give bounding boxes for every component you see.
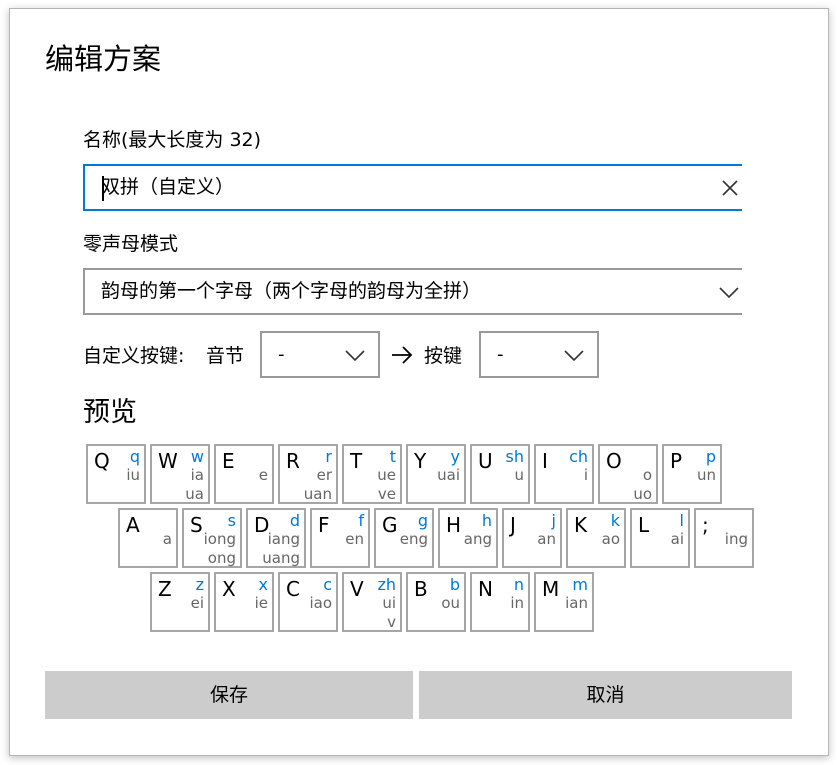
key-letter: H <box>446 513 462 537</box>
key-g: Gg eng <box>374 508 434 568</box>
key-final: ao <box>601 530 620 548</box>
key-z: Zz ei <box>150 572 210 632</box>
key-l: Ll ai <box>630 508 690 568</box>
key-letter: X <box>222 577 236 601</box>
key-final: ue <box>377 466 396 484</box>
key-k: Kk ao <box>566 508 626 568</box>
key-c: Cc iao <box>278 572 338 632</box>
key-letter: ; <box>702 513 709 537</box>
key-letter: M <box>542 577 560 601</box>
key-s: Ss iong ong <box>182 508 242 568</box>
key-e: Ee <box>214 444 274 504</box>
key-final: iu <box>126 466 140 484</box>
key-final-alt: ong <box>207 549 236 567</box>
key-r: Rr er uan <box>278 444 338 504</box>
key-final: eng <box>399 530 428 548</box>
key-final-alt: v <box>387 613 396 631</box>
key-letter: T <box>350 449 363 473</box>
key-final: iong <box>203 530 236 548</box>
key-m: Mm ian <box>534 572 594 632</box>
key-letter: O <box>606 449 622 473</box>
key-semicolon: ; ing <box>694 508 754 568</box>
key-d: Dd iang uang <box>246 508 306 568</box>
key-final: ai <box>670 530 684 548</box>
key-letter: J <box>510 513 516 537</box>
key-letter: V <box>350 577 364 601</box>
key-final: a <box>162 530 172 548</box>
key-letter: K <box>574 513 588 537</box>
key-b: Bb ou <box>406 572 466 632</box>
key-letter: Y <box>414 449 427 473</box>
key-f: Ff en <box>310 508 370 568</box>
edit-scheme-dialog: 编辑方案 名称(最大长度为 32) 双拼（自定义） 零声母模式 韵母的第一个字母… <box>9 8 829 756</box>
key-final: ei <box>190 594 204 612</box>
key-letter: G <box>382 513 398 537</box>
key-letter: Q <box>94 449 110 473</box>
keyboard-preview: Qq iu Ww ia ua Ee Rr er uan Tt ue ve Yy uai Ush u Ich i Oo… <box>10 9 828 649</box>
key-final-alt: uan <box>303 485 332 503</box>
key-letter: E <box>222 449 235 473</box>
key-final: an <box>537 530 556 548</box>
key-final: ia <box>190 466 204 484</box>
key-x: Xx ie <box>214 572 274 632</box>
key-letter: F <box>318 513 330 537</box>
key-w: Ww ia ua <box>150 444 210 504</box>
key-letter: W <box>158 449 178 473</box>
key-final: ian <box>565 594 588 612</box>
key-y: Yy uai <box>406 444 466 504</box>
key-letter: A <box>126 513 140 537</box>
key-p: Pp un <box>662 444 722 504</box>
key-final: ui <box>382 594 396 612</box>
save-button[interactable]: 保存 <box>45 671 413 719</box>
key-letter: P <box>670 449 683 473</box>
key-final: ou <box>441 594 460 612</box>
key-letter: Z <box>158 577 172 601</box>
key-final-alt: uang <box>262 549 300 567</box>
cancel-button[interactable]: 取消 <box>419 671 792 719</box>
key-letter: C <box>286 577 300 601</box>
key-t: Tt ue ve <box>342 444 402 504</box>
key-q: Qq iu <box>86 444 146 504</box>
key-final: e <box>258 466 268 484</box>
key-final-alt: ua <box>185 485 204 503</box>
key-final: iao <box>309 594 332 612</box>
key-letter: N <box>478 577 493 601</box>
key-final: u <box>514 466 524 484</box>
key-letter: U <box>478 449 493 473</box>
key-i: Ich i <box>534 444 594 504</box>
key-final: ing <box>724 530 748 548</box>
key-final: ie <box>254 594 268 612</box>
key-final: o <box>642 466 652 484</box>
key-final: ang <box>463 530 492 548</box>
key-final: iang <box>267 530 300 548</box>
key-final-alt: uo <box>633 485 652 503</box>
key-h: Hh ang <box>438 508 498 568</box>
key-letter: L <box>638 513 650 537</box>
key-u: Ush u <box>470 444 530 504</box>
key-final-alt: ve <box>377 485 396 503</box>
key-final: in <box>510 594 524 612</box>
key-n: Nn in <box>470 572 530 632</box>
key-a: Aa <box>118 508 178 568</box>
key-final: un <box>696 466 716 484</box>
key-letter: S <box>190 513 203 537</box>
key-final: i <box>583 466 588 484</box>
key-final: uai <box>437 466 460 484</box>
key-final: en <box>345 530 364 548</box>
key-letter: R <box>286 449 300 473</box>
key-letter: B <box>414 577 428 601</box>
key-o: Oo uo <box>598 444 658 504</box>
key-letter: I <box>542 449 548 473</box>
key-final: er <box>316 466 332 484</box>
key-v: Vzh ui v <box>342 572 402 632</box>
key-j: Jj an <box>502 508 562 568</box>
